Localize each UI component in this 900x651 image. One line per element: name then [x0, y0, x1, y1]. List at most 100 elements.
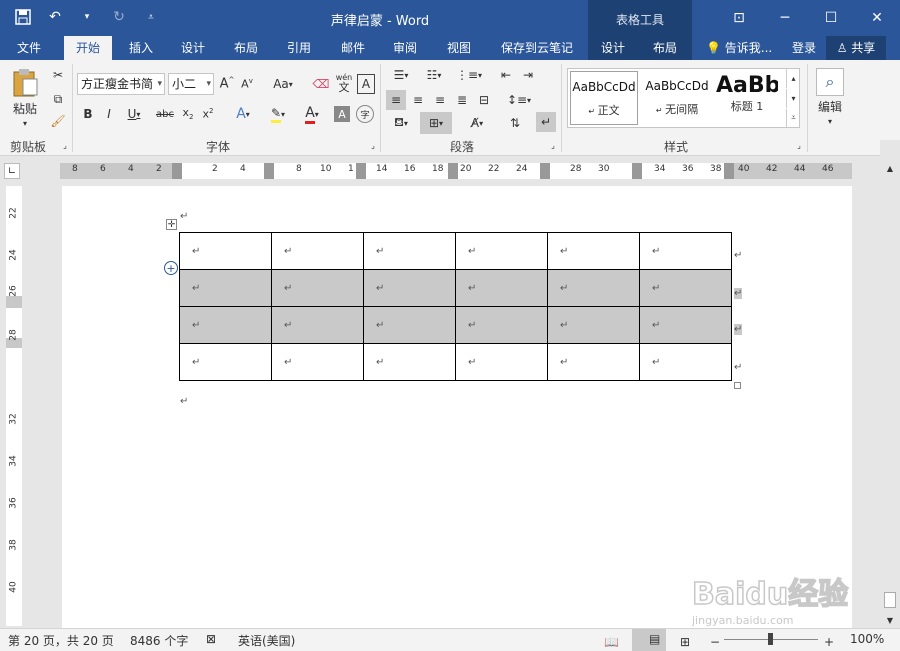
italic-button[interactable]: I	[101, 104, 117, 124]
proofing-icon[interactable]: ⊠	[206, 632, 216, 646]
tab-table-layout[interactable]: 布局	[642, 36, 688, 60]
grow-font-button[interactable]: A^	[218, 74, 236, 94]
increase-indent-button[interactable]: ⇥	[518, 66, 538, 84]
table-row[interactable]: ↵ ↵ ↵ ↵ ↵ ↵	[179, 343, 732, 381]
distributed-button[interactable]: ⊟	[474, 90, 494, 110]
table-row[interactable]: ↵ ↵ ↵ ↵ ↵ ↵	[179, 306, 732, 344]
tab-view[interactable]: 视图	[436, 36, 482, 60]
share-button[interactable]: ♙ 共享	[826, 36, 886, 60]
text-effects-button[interactable]: A ▾	[230, 104, 256, 124]
word-count[interactable]: 8486 个字	[130, 632, 188, 649]
table-cell[interactable]: ↵	[639, 343, 732, 381]
subscript-button[interactable]: x2	[180, 104, 196, 124]
align-left-button[interactable]: ≡	[386, 90, 406, 110]
table-resize-handle[interactable]	[734, 382, 741, 389]
styles-more[interactable]: ⩡	[786, 109, 800, 127]
align-center-button[interactable]: ≡	[408, 90, 428, 110]
horizontal-ruler[interactable]: 8 6 4 2 2 4 8 10 1 14 16 18 20 22 24 28 …	[60, 163, 852, 179]
styles-scroll-down[interactable]: ▾	[786, 89, 800, 108]
align-right-button[interactable]: ≡	[430, 90, 450, 110]
style-heading-1[interactable]: AaBb 标题 1	[716, 71, 778, 125]
tab-layout[interactable]: 布局	[222, 36, 270, 60]
tab-selector[interactable]: ∟	[4, 163, 20, 179]
bold-button[interactable]: B	[80, 104, 96, 124]
phonetic-guide-button[interactable]: wén 文	[334, 70, 354, 96]
editing-dropdown[interactable]: ▾	[824, 116, 836, 126]
table-cell[interactable]: ↵	[455, 343, 548, 381]
justify-button[interactable]: ≣	[452, 90, 472, 110]
table-cell[interactable]: ↵	[271, 269, 364, 307]
print-layout-button[interactable]: ▤	[632, 629, 666, 651]
table-cell[interactable]: ↵	[179, 232, 272, 270]
chinese-layout-button[interactable]: A̸ ▾	[462, 112, 492, 134]
tab-references[interactable]: 引用	[276, 36, 322, 60]
login-button[interactable]: 登录	[792, 36, 816, 60]
tab-design[interactable]: 设计	[170, 36, 216, 60]
highlight-button[interactable]: ✎ ▾	[264, 104, 292, 124]
clipboard-launcher[interactable]: ⌟	[60, 140, 70, 150]
tab-review[interactable]: 审阅	[382, 36, 428, 60]
table-cell[interactable]: ↵	[639, 232, 732, 270]
tab-file[interactable]: 文件	[6, 36, 52, 60]
table-cell[interactable]: ↵	[363, 343, 456, 381]
table-cell[interactable]: ↵	[363, 269, 456, 307]
table-cell[interactable]: ↵	[455, 269, 548, 307]
scroll-up-button[interactable]: ▲	[883, 162, 897, 174]
table-cell[interactable]: ↵	[639, 269, 732, 307]
table-cell[interactable]: ↵	[179, 269, 272, 307]
zoom-slider-thumb[interactable]	[768, 633, 773, 645]
table-row[interactable]: ↵ ↵ ↵ ↵ ↵ ↵	[179, 269, 732, 307]
tab-table-design[interactable]: 设计	[590, 36, 636, 60]
paste-dropdown[interactable]: ▾	[18, 118, 32, 128]
line-spacing-button[interactable]: ↕≡ ▾	[504, 90, 534, 110]
insert-row-button[interactable]: +	[164, 261, 178, 275]
tab-mailings[interactable]: 邮件	[330, 36, 376, 60]
table-cell[interactable]: ↵	[547, 232, 640, 270]
underline-button[interactable]: U ▾	[122, 104, 146, 124]
paste-button[interactable]	[8, 66, 42, 98]
table-cell[interactable]: ↵	[547, 269, 640, 307]
table-cell[interactable]: ↵	[271, 306, 364, 344]
table-cell[interactable]: ↵	[179, 306, 272, 344]
styles-scroll-up[interactable]: ▴	[786, 69, 800, 88]
word-table[interactable]: ↵ ↵ ↵ ↵ ↵ ↵ ↵ ↵ ↵ ↵ ↵ ↵ ↵ ↵ ↵ ↵ ↵ ↵ ↵ ↵ ↵ ↵ ↵ ↵	[179, 232, 732, 381]
multilevel-list-button[interactable]: ⋮≡ ▾	[454, 66, 484, 84]
font-launcher[interactable]: ⌟	[368, 140, 378, 150]
table-cell[interactable]: ↵	[271, 343, 364, 381]
style-no-spacing[interactable]: AaBbCcDd ↵ 无间隔	[642, 71, 712, 125]
bullets-button[interactable]: ☰ ▾	[387, 66, 415, 84]
ribbon-display-options-button[interactable]: ⊡	[716, 0, 762, 36]
cut-button[interactable]: ✂	[48, 66, 68, 84]
minimize-button[interactable]: ─	[762, 0, 808, 36]
numbering-button[interactable]: ☷ ▾	[420, 66, 448, 84]
style-normal[interactable]: AaBbCcDd ↵ 正文	[570, 71, 638, 125]
font-color-button[interactable]: A ▾	[298, 104, 326, 124]
shrink-font-button[interactable]: Av	[238, 74, 256, 94]
styles-launcher[interactable]: ⌟	[794, 140, 804, 150]
format-painter-button[interactable]: 🖌	[48, 112, 68, 130]
show-marks-button[interactable]: ↵	[536, 112, 556, 132]
copy-button[interactable]: ⧉	[48, 90, 68, 108]
table-cell[interactable]: ↵	[363, 306, 456, 344]
strikethrough-button[interactable]: abc	[155, 104, 175, 124]
editing-button[interactable]: 编辑	[812, 98, 848, 114]
vertical-scrollbar[interactable]: ▲ ▼	[880, 140, 900, 628]
paste-label[interactable]: 粘贴	[6, 100, 44, 116]
decrease-indent-button[interactable]: ⇤	[496, 66, 516, 84]
borders-button[interactable]: ⊞ ▾	[420, 112, 452, 134]
table-row[interactable]: ↵ ↵ ↵ ↵ ↵ ↵	[179, 232, 732, 270]
table-cell[interactable]: ↵	[455, 232, 548, 270]
scroll-down-button[interactable]: ▼	[883, 614, 897, 626]
tab-home[interactable]: 开始	[64, 36, 112, 60]
font-name-box[interactable]: 方正瘦金书简 ▾	[77, 73, 165, 95]
character-shading-button[interactable]: A	[334, 106, 350, 122]
document-page[interactable]: ✛ ↵ + ↵ ↵ ↵ ↵ ↵ ↵ ↵ ↵ ↵ ↵ ↵ ↵ ↵ ↵ ↵ ↵ ↵ ↵ ↵ ↵ ↵ ↵ ↵ ↵ ↵ ↵ ↵ ↵ ↵	[62, 186, 852, 628]
font-size-box[interactable]: 小二 ▾	[168, 73, 214, 95]
clear-formatting-button[interactable]: ⌫	[310, 74, 332, 94]
zoom-level[interactable]: 100%	[850, 632, 884, 646]
find-button[interactable]: ⌕	[816, 68, 844, 96]
tell-me-box[interactable]: 💡 告诉我...	[706, 36, 772, 60]
character-border-button[interactable]: A	[357, 74, 375, 94]
change-case-button[interactable]: Aa ▾	[268, 74, 298, 94]
scroll-thumb[interactable]	[884, 592, 896, 608]
